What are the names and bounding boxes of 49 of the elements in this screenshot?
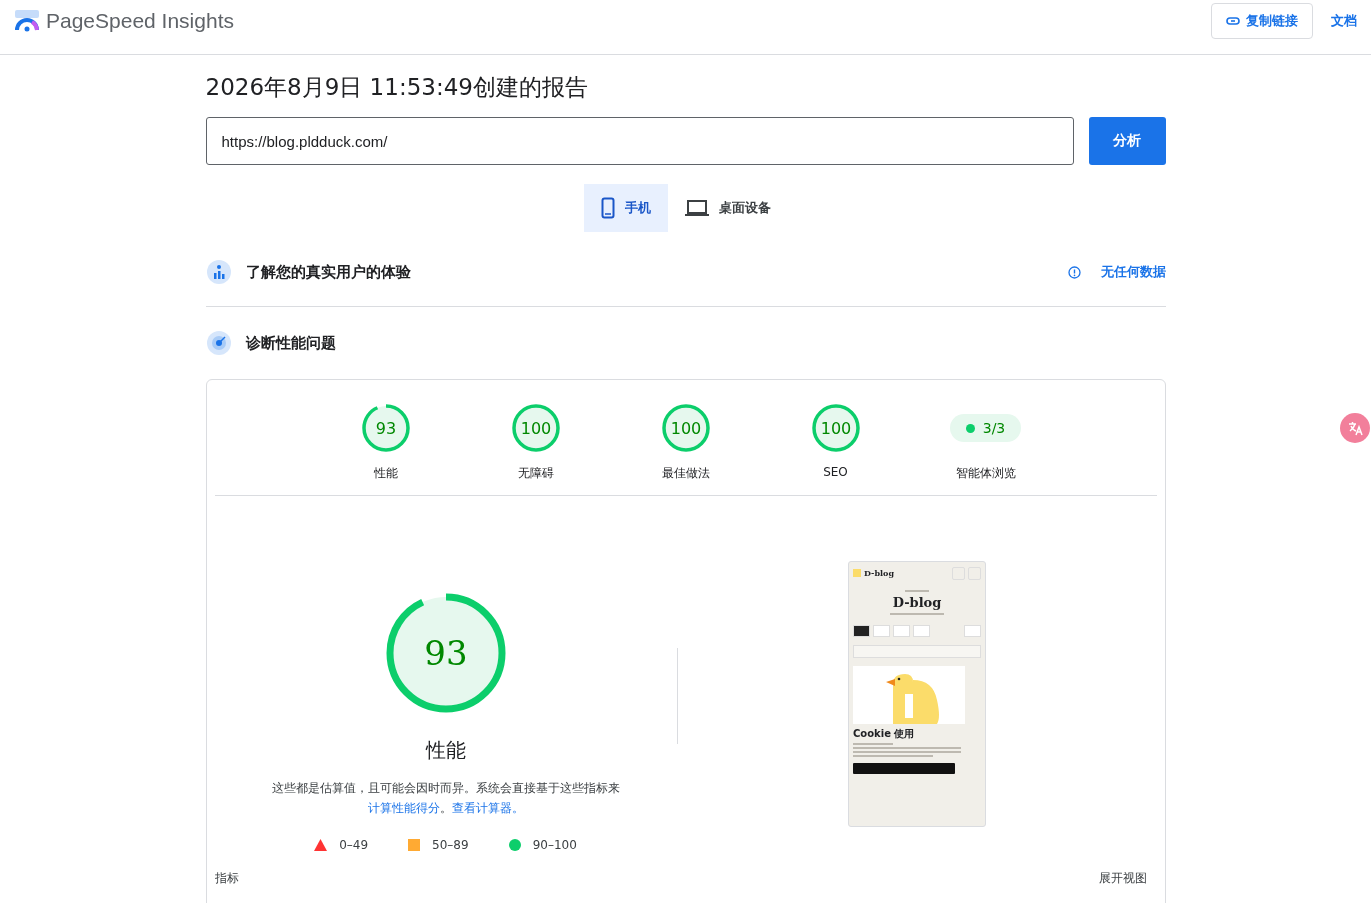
site-name: D-blog	[864, 568, 894, 578]
score-pill[interactable]: 3/3	[949, 414, 1022, 442]
score-gauge[interactable]: 93	[360, 403, 411, 453]
site-title: D-blog	[891, 595, 943, 610]
section-title: 诊断性能问题	[245, 333, 336, 353]
no-data-link[interactable]: 无任何数据	[1100, 263, 1166, 281]
expand-view-link[interactable]: 展开视图	[1098, 870, 1147, 887]
score-label: 最佳做法	[661, 465, 710, 482]
legend-label: 50–89	[432, 838, 469, 852]
score-label: 智能体浏览	[955, 465, 1016, 482]
copy-link-button[interactable]: 复制链接	[1211, 3, 1313, 39]
score-label: SEO	[823, 465, 848, 479]
category-chip	[893, 625, 910, 637]
info-icon	[1067, 265, 1081, 279]
users-chart-icon	[205, 259, 232, 285]
note-link[interactable]: 计算性能得分	[367, 801, 440, 815]
section-title: 了解您的真实用户的体验	[245, 262, 411, 282]
laptop-icon	[684, 199, 709, 217]
app-title: PageSpeed Insights	[46, 9, 234, 33]
metrics-title: 指标	[214, 870, 239, 887]
score-label: 性能	[373, 465, 398, 482]
translate-icon[interactable]	[1340, 413, 1370, 443]
report-title: 2026年8月9日 11:53:49创建的报告	[205, 73, 589, 102]
note-link[interactable]: 查看计算器。	[451, 801, 524, 815]
score-gauge[interactable]: 100	[660, 403, 711, 453]
score-gauge[interactable]: 100	[810, 403, 861, 453]
legend-label: 0–49	[339, 838, 369, 852]
target-icon	[205, 330, 232, 356]
link-icon	[1226, 16, 1240, 26]
logo-icon	[853, 569, 861, 577]
mobile-tab[interactable]: 手机	[583, 184, 668, 232]
phone-icon	[600, 197, 615, 219]
text-line	[890, 613, 944, 615]
category-chip	[913, 625, 930, 637]
docs-link[interactable]: 文档	[1331, 12, 1357, 30]
category-chip	[964, 625, 981, 637]
logo-icon	[14, 10, 40, 32]
score-label: 无障碍	[517, 465, 554, 482]
legend-label: 90–100	[532, 838, 577, 852]
cookie-title: Cookie 使用	[853, 727, 916, 741]
score-gauge[interactable]: 100	[510, 403, 561, 453]
category-chip	[873, 625, 890, 637]
category-chip	[853, 625, 870, 637]
text-line	[853, 743, 893, 745]
performance-label: 性能	[425, 737, 466, 764]
text-line	[905, 590, 929, 592]
estimate-note: 这些都是估算值，且可能会因时而异。系统会直接基于这些指标来 计算性能得分。查看计算器。	[270, 780, 621, 817]
analyze-button[interactable]: 分析	[1088, 117, 1166, 165]
url-field[interactable]: https://blog.pldduck.com/	[205, 117, 1074, 165]
